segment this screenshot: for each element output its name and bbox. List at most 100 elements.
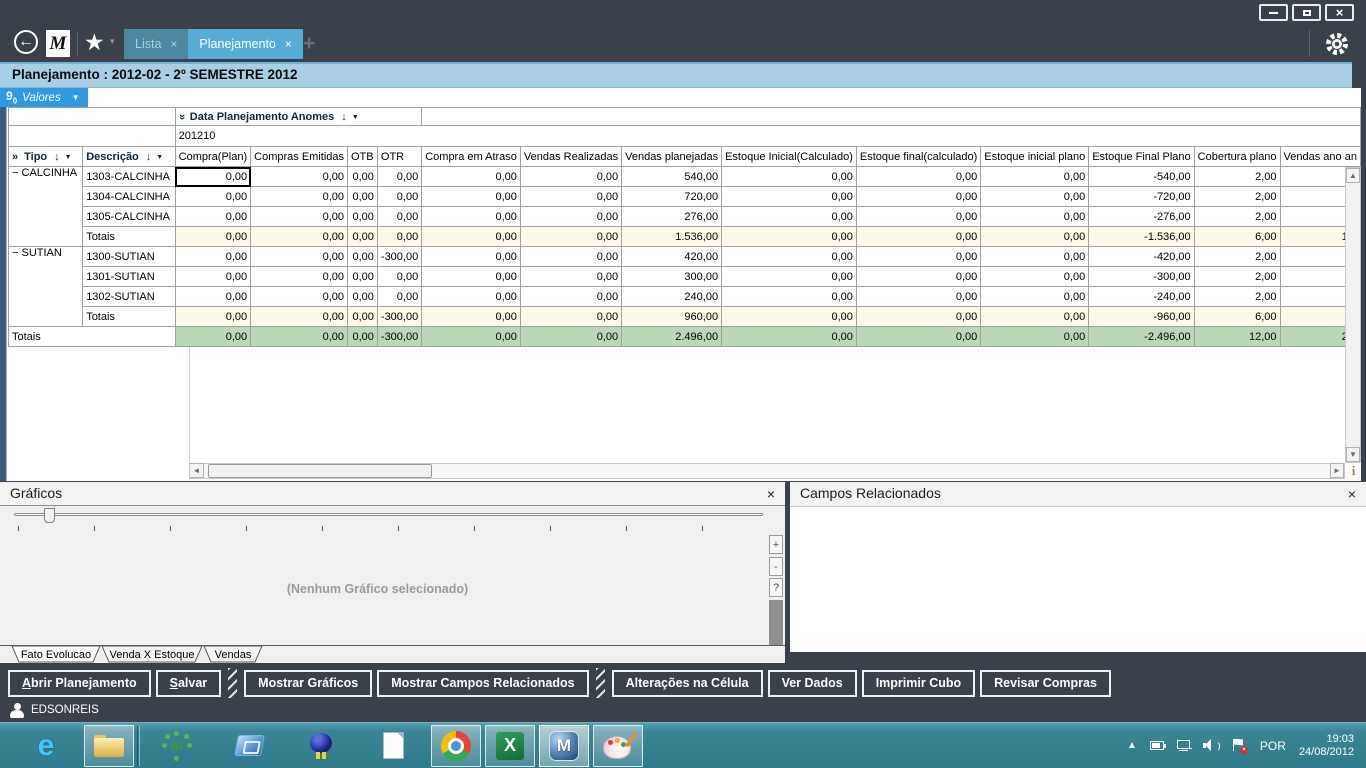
scroll-up-button[interactable]: ▲: [1346, 168, 1360, 183]
abrir-planejamento-button[interactable]: Abrir Planejamento: [8, 670, 151, 697]
ver-dados-button[interactable]: Ver Dados: [768, 670, 857, 697]
help-button[interactable]: ?: [769, 578, 783, 597]
column-header[interactable]: Compra(Plan): [175, 147, 250, 167]
grid-cell[interactable]: 0,00: [348, 247, 378, 267]
column-header[interactable]: Estoque Final Plano: [1089, 147, 1194, 167]
grid-cell[interactable]: 0,00: [856, 207, 980, 227]
grid-cell[interactable]: 720,00: [622, 187, 722, 207]
grid-cell[interactable]: 0,00: [722, 167, 857, 187]
grid-cell[interactable]: 0,00: [422, 207, 521, 227]
grid-cell[interactable]: 0,00: [422, 167, 521, 187]
salvar-button[interactable]: Salvar: [156, 670, 222, 697]
grid-cell[interactable]: 0,00: [348, 187, 378, 207]
grid-cell[interactable]: 0,00: [520, 247, 621, 267]
grid-cell[interactable]: -276,00: [1089, 207, 1194, 227]
grid-cell[interactable]: 0,00: [520, 267, 621, 287]
back-button[interactable]: ←: [14, 30, 38, 54]
revisar-compras-button[interactable]: Revisar Compras: [980, 670, 1111, 697]
network-icon[interactable]: [1177, 740, 1190, 751]
grid-cell[interactable]: 0,00: [422, 307, 521, 327]
horizontal-scrollbar[interactable]: ◄ ►: [189, 463, 1345, 479]
grid-cell[interactable]: -1.536,00: [1089, 227, 1194, 247]
taskbar-bomb-app[interactable]: [298, 725, 344, 767]
grid-cell[interactable]: 0,00: [377, 287, 421, 307]
grid-cell[interactable]: 0,00: [981, 267, 1089, 287]
sort-desc-icon[interactable]: ↓: [146, 151, 152, 163]
grid-cell[interactable]: 0,00: [175, 227, 250, 247]
grid-cell[interactable]: 0,00: [856, 327, 980, 347]
grid-cell[interactable]: 2,00: [1194, 167, 1280, 187]
grid-cell[interactable]: 0,00: [251, 167, 348, 187]
tab-close-icon[interactable]: ×: [285, 37, 292, 51]
grid-cell[interactable]: 0,00: [251, 327, 348, 347]
expand-all-icon[interactable]: »: [12, 151, 18, 163]
grid-cell[interactable]: 0,00: [981, 207, 1089, 227]
grid-cell[interactable]: 0,00: [981, 247, 1089, 267]
grid-cell[interactable]: 0,00: [856, 307, 980, 327]
row-desc-cell[interactable]: 1301-SUTIAN: [83, 267, 175, 287]
taskbar-chrome[interactable]: [431, 725, 481, 767]
grid-cell[interactable]: 2,00: [1194, 247, 1280, 267]
grid-cell[interactable]: 12,00: [1194, 327, 1280, 347]
grid-cell[interactable]: 2,00: [1194, 207, 1280, 227]
grid-cell[interactable]: 2,00: [1194, 267, 1280, 287]
grid-cell[interactable]: 0,00: [251, 187, 348, 207]
grid-cell[interactable]: 0,00: [348, 227, 378, 247]
grid-cell[interactable]: 0,00: [981, 307, 1089, 327]
grid-cell[interactable]: 0,00: [348, 287, 378, 307]
grid-cell[interactable]: 0,00: [175, 287, 250, 307]
taskbar-dev-chip-app[interactable]: [226, 725, 272, 767]
maximize-button[interactable]: [1292, 4, 1321, 21]
column-header[interactable]: Estoque inicial plano: [981, 147, 1089, 167]
collapse-icon[interactable]: −: [12, 247, 18, 259]
mostrar-gr-ficos-button[interactable]: Mostrar Gráficos: [244, 670, 372, 697]
scroll-right-button[interactable]: ►: [1330, 463, 1344, 478]
grid-cell[interactable]: 0,00: [722, 267, 857, 287]
sort-desc-icon[interactable]: ↓: [341, 111, 347, 123]
grid-cell[interactable]: 0,00: [348, 307, 378, 327]
column-header[interactable]: Compra em Atraso: [422, 147, 521, 167]
new-tab-button[interactable]: +: [303, 33, 315, 54]
row-header-tipo[interactable]: »Tipo↓▼: [9, 147, 83, 167]
row-desc-cell[interactable]: 1305-CALCINHA: [83, 207, 175, 227]
column-header[interactable]: Vendas ano an: [1280, 147, 1360, 167]
tab-lista[interactable]: Lista×: [124, 29, 188, 59]
grid-cell[interactable]: 540,00: [622, 167, 722, 187]
grid-cell[interactable]: 0,00: [175, 267, 250, 287]
grid-info-icon[interactable]: i: [1346, 463, 1361, 479]
grid-cell[interactable]: 0,00: [722, 307, 857, 327]
grid-cell[interactable]: 0,00: [175, 167, 250, 187]
altera-es-na-c-lula-button[interactable]: Alterações na Célula: [612, 670, 763, 697]
column-header[interactable]: Estoque Inicial(Calculado): [722, 147, 857, 167]
grid-cell[interactable]: 0,00: [175, 247, 250, 267]
column-header[interactable]: Estoque final(calculado): [856, 147, 980, 167]
grid-cell[interactable]: 0,00: [422, 287, 521, 307]
grid-cell[interactable]: 0,00: [981, 167, 1089, 187]
grid-cell[interactable]: -960,00: [1089, 307, 1194, 327]
grid-cell[interactable]: 0,00: [348, 167, 378, 187]
filter-caret-icon[interactable]: ▼: [65, 154, 72, 161]
tab-close-icon[interactable]: ×: [170, 37, 177, 51]
grid-cell[interactable]: -720,00: [1089, 187, 1194, 207]
column-header[interactable]: Compras Emitidas: [251, 147, 348, 167]
grid-cell[interactable]: 0,00: [251, 247, 348, 267]
filter-caret-icon[interactable]: ▼: [156, 154, 163, 161]
row-header-descricao[interactable]: Descrição↓▼: [83, 147, 175, 167]
grid-cell[interactable]: 0,00: [251, 287, 348, 307]
zoom-in-button[interactable]: +: [769, 535, 783, 554]
grid-cell[interactable]: -540,00: [1089, 167, 1194, 187]
app-logo[interactable]: M: [46, 30, 70, 57]
valores-field-button[interactable]: 90 Valores ▼: [0, 88, 88, 107]
grid-cell[interactable]: 0,00: [981, 227, 1089, 247]
column-header[interactable]: Cobertura plano: [1194, 147, 1280, 167]
chart-side-scrollbar[interactable]: [769, 600, 783, 645]
grid-cell[interactable]: 0,00: [856, 167, 980, 187]
grid-cell[interactable]: 0,00: [981, 327, 1089, 347]
grid-cell[interactable]: 0,00: [422, 247, 521, 267]
chevron-double-down-icon[interactable]: »: [176, 113, 188, 119]
grid-cell[interactable]: 0,00: [251, 227, 348, 247]
grid-cell[interactable]: 0,00: [348, 327, 378, 347]
mostrar-campos-relacionados-button[interactable]: Mostrar Campos Relacionados: [377, 670, 588, 697]
grid-cell[interactable]: 0,00: [520, 227, 621, 247]
grid-cell[interactable]: 960,00: [622, 307, 722, 327]
